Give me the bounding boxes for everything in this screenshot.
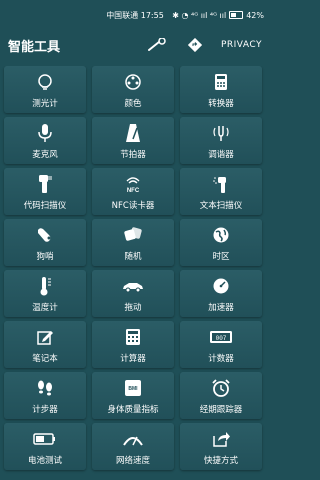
tools-grid: 测光计 颜色 转换器 麦克风 节拍器 调谐器 代码扫描仪 NFC NFC读卡器 … <box>0 66 320 480</box>
text-scanner-icon <box>209 172 233 196</box>
tool-drag[interactable]: 拖动 <box>92 270 174 317</box>
dog-whistle-icon <box>33 223 57 247</box>
tool-label: 经期跟踪器 <box>199 405 243 415</box>
dice-icon <box>121 223 145 247</box>
svg-text:BMI: BMI <box>128 386 138 392</box>
footsteps-icon <box>33 376 57 400</box>
tool-network-speed[interactable]: 网络速度 <box>92 423 174 470</box>
tool-label: 调谐器 <box>208 150 234 160</box>
tool-color[interactable]: 颜色 <box>92 66 174 113</box>
app-toolbar: 智能工具 PRIVACY <box>0 30 270 60</box>
tool-label: 身体质量指标 <box>107 405 159 415</box>
tool-label: 拖动 <box>124 303 142 313</box>
wrench-button[interactable] <box>145 35 169 55</box>
status-icons: ✱ ◔ ⁴ᴳ ııl ⁴ᴳ ııl 42% <box>172 0 264 30</box>
tool-battery-test[interactable]: 电池测试 <box>4 423 86 470</box>
tool-label: 网络速度 <box>115 456 150 466</box>
counter-icon: 007 <box>209 325 233 349</box>
tool-label: 快捷方式 <box>203 456 238 466</box>
globe-icon <box>209 223 233 247</box>
svg-text:007: 007 <box>216 335 227 342</box>
tool-label: 狗哨 <box>36 252 54 262</box>
tool-label: 计数器 <box>208 354 234 364</box>
signal-icons: ✱ ◔ ⁴ᴳ ııl ⁴ᴳ ııl <box>172 10 227 20</box>
tool-label: 测光计 <box>32 99 58 109</box>
network-speed-icon <box>121 427 145 451</box>
barcode-scanner-icon <box>33 172 57 196</box>
app-title: 智能工具 <box>8 39 61 55</box>
tool-thermometer[interactable]: 温度计 <box>4 270 86 317</box>
tool-label: 代码扫描仪 <box>23 201 67 211</box>
color-icon <box>121 70 145 94</box>
metronome-icon <box>121 121 145 145</box>
tool-label: 计步器 <box>32 405 58 415</box>
directions-icon <box>187 38 202 52</box>
microphone-icon <box>33 121 57 145</box>
directions-button[interactable] <box>183 35 207 55</box>
thermometer-icon <box>33 274 57 298</box>
tool-accelerator[interactable]: 加速器 <box>180 270 262 317</box>
tool-label: 计算器 <box>120 354 146 364</box>
alarm-clock-icon <box>209 376 233 400</box>
tool-label: 随机 <box>124 252 142 262</box>
svg-text:NFC: NFC <box>127 188 140 194</box>
tool-pedometer[interactable]: 计步器 <box>4 372 86 419</box>
battery-percent: 42% <box>246 10 264 20</box>
tool-metronome[interactable]: 节拍器 <box>92 117 174 164</box>
tool-label: 麦克风 <box>32 150 58 160</box>
tool-period-tracker[interactable]: 经期跟踪器 <box>180 372 262 419</box>
tool-calculator[interactable]: 计算器 <box>92 321 174 368</box>
tool-label: 文本扫描仪 <box>199 201 243 211</box>
tool-shortcut[interactable]: 快捷方式 <box>180 423 262 470</box>
tool-light-meter[interactable]: 测光计 <box>4 66 86 113</box>
tool-label: 电池测试 <box>27 456 62 466</box>
carrier-time: 中国联通 17:55 <box>106 10 164 20</box>
tool-converter[interactable]: 转换器 <box>180 66 262 113</box>
wrench-icon <box>147 38 166 51</box>
tool-tuner[interactable]: 调谐器 <box>180 117 262 164</box>
tool-random[interactable]: 随机 <box>92 219 174 266</box>
tuner-icon <box>209 121 233 145</box>
tool-notebook[interactable]: 笔记本 <box>4 321 86 368</box>
tool-label: NFC读卡器 <box>111 201 155 211</box>
tool-label: 笔记本 <box>32 354 58 364</box>
converter-icon <box>209 70 233 94</box>
battery-status-icon <box>229 11 244 19</box>
tool-microphone[interactable]: 麦克风 <box>4 117 86 164</box>
tool-bmi[interactable]: BMI 身体质量指标 <box>92 372 174 419</box>
tool-counter[interactable]: 007 计数器 <box>180 321 262 368</box>
notebook-icon <box>33 325 57 349</box>
bmi-scale-icon: BMI <box>121 376 145 400</box>
shortcut-icon <box>209 427 233 451</box>
tool-barcode-scanner[interactable]: 代码扫描仪 <box>4 168 86 215</box>
tool-time-zone[interactable]: 时区 <box>180 219 262 266</box>
battery-icon <box>33 427 57 451</box>
nfc-icon: NFC <box>121 172 145 196</box>
status-bar: 中国联通 17:55 ✱ ◔ ⁴ᴳ ııl ⁴ᴳ ııl 42% <box>0 0 270 30</box>
tool-dog-whistle[interactable]: 狗哨 <box>4 219 86 266</box>
calculator-icon <box>121 325 145 349</box>
tool-label: 加速器 <box>208 303 234 313</box>
tool-label: 节拍器 <box>120 150 146 160</box>
tool-nfc-reader[interactable]: NFC NFC读卡器 <box>92 168 174 215</box>
light-meter-icon <box>33 70 57 94</box>
car-icon <box>121 274 145 298</box>
tool-text-scanner[interactable]: 文本扫描仪 <box>180 168 262 215</box>
tool-label: 时区 <box>212 252 230 262</box>
tool-label: 转换器 <box>208 99 234 109</box>
privacy-link[interactable]: PRIVACY <box>221 40 262 50</box>
speedometer-icon <box>209 274 233 298</box>
tool-label: 温度计 <box>32 303 58 313</box>
tool-label: 颜色 <box>124 99 142 109</box>
